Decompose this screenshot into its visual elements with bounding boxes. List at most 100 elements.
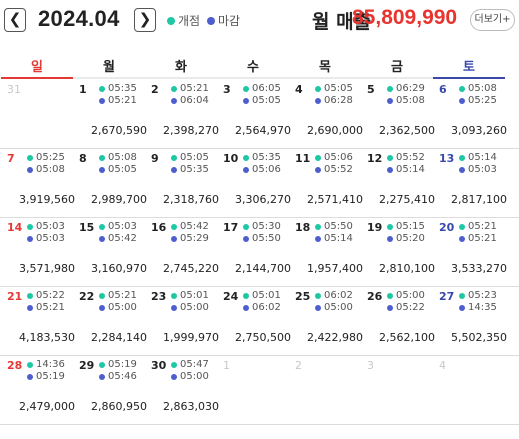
day-cell[interactable]: 27 05:23 14:35 5,502,350 bbox=[433, 287, 507, 355]
open-time: 05:00 bbox=[396, 290, 425, 301]
day-cell[interactable]: 21 05:22 05:21 4,183,530 bbox=[1, 287, 75, 355]
open-dot-icon bbox=[27, 224, 33, 230]
day-number: 5 bbox=[367, 83, 375, 96]
day-cell[interactable]: 11 05:06 05:52 2,571,410 bbox=[289, 149, 363, 217]
day-cell[interactable]: 8 05:08 05:05 2,989,700 bbox=[73, 149, 147, 217]
day-cell[interactable]: 23 05:01 05:00 1,999,970 bbox=[145, 287, 219, 355]
day-cell[interactable]: 28 14:36 05:19 2,479,000 bbox=[1, 356, 75, 424]
daily-sales: 1,999,970 bbox=[163, 331, 219, 344]
day-cell[interactable]: 29 05:19 05:46 2,860,950 bbox=[73, 356, 147, 424]
open-dot-icon bbox=[387, 155, 393, 161]
day-cell[interactable]: 2 05:21 06:04 2,398,270 bbox=[145, 80, 219, 148]
close-time: 06:28 bbox=[324, 95, 353, 106]
daily-sales: 2,479,000 bbox=[19, 400, 75, 413]
close-dot-icon bbox=[27, 374, 33, 380]
open-dot-icon bbox=[315, 86, 321, 92]
open-close-times: 05:08 05:05 bbox=[99, 152, 137, 176]
day-cell[interactable]: 30 05:47 05:00 2,863,030 bbox=[145, 356, 219, 424]
day-cell[interactable]: 22 05:21 05:00 2,284,140 bbox=[73, 287, 147, 355]
open-time-row: 05:50 bbox=[315, 221, 353, 233]
weekday-5: 금 bbox=[361, 56, 433, 79]
day-cell[interactable]: 13 05:14 05:03 2,817,100 bbox=[433, 149, 507, 217]
weekday-6: 토 bbox=[433, 56, 505, 79]
day-number: 18 bbox=[295, 221, 311, 234]
close-time-row: 06:02 bbox=[243, 302, 281, 314]
close-time: 05:06 bbox=[252, 164, 281, 175]
open-dot-icon bbox=[243, 155, 249, 161]
week-row: 31 1 05:35 05:21 2,670,590 2 05:21 06:04 2,398,2… bbox=[0, 80, 519, 149]
open-time: 06:05 bbox=[252, 83, 281, 94]
day-cell[interactable]: 1 05:35 05:21 2,670,590 bbox=[73, 80, 147, 148]
day-number: 8 bbox=[79, 152, 87, 165]
day-cell[interactable]: 25 06:02 05:00 2,422,980 bbox=[289, 287, 363, 355]
close-time: 05:25 bbox=[468, 95, 497, 106]
open-dot-icon bbox=[243, 86, 249, 92]
day-cell[interactable]: 14 05:03 05:03 3,571,980 bbox=[1, 218, 75, 286]
close-time-row: 05:00 bbox=[99, 302, 137, 314]
open-time: 06:02 bbox=[324, 290, 353, 301]
close-time-row: 05:00 bbox=[315, 302, 353, 314]
day-cell[interactable]: 7 05:25 05:08 3,919,560 bbox=[1, 149, 75, 217]
close-dot-icon bbox=[99, 236, 105, 242]
close-dot-icon bbox=[315, 167, 321, 173]
day-cell[interactable]: 9 05:05 05:35 2,318,760 bbox=[145, 149, 219, 217]
open-close-times: 05:21 06:04 bbox=[171, 83, 209, 107]
open-dot-icon bbox=[167, 16, 175, 25]
open-time-row: 05:05 bbox=[171, 152, 209, 164]
close-time-row: 05:00 bbox=[171, 371, 209, 383]
open-time-row: 05:05 bbox=[315, 83, 353, 95]
month-title: 2024.04 bbox=[38, 6, 120, 31]
daily-sales: 2,989,700 bbox=[91, 193, 147, 206]
day-cell[interactable]: 17 05:30 05:50 2,144,700 bbox=[217, 218, 291, 286]
close-time: 05:14 bbox=[324, 233, 353, 244]
day-cell[interactable]: 19 05:15 05:20 2,810,100 bbox=[361, 218, 435, 286]
open-time-row: 05:21 bbox=[99, 290, 137, 302]
close-time: 05:08 bbox=[396, 95, 425, 106]
next-month-button[interactable]: ❯ bbox=[134, 8, 156, 32]
prev-month-button[interactable]: ❮ bbox=[4, 8, 26, 32]
close-time: 05:03 bbox=[468, 164, 497, 175]
day-cell[interactable]: 24 05:01 06:02 2,750,500 bbox=[217, 287, 291, 355]
day-cell[interactable]: 6 05:08 05:25 3,093,260 bbox=[433, 80, 507, 148]
day-cell[interactable]: 18 05:50 05:14 1,957,400 bbox=[289, 218, 363, 286]
open-close-times: 05:19 05:46 bbox=[99, 359, 137, 383]
close-time: 05:42 bbox=[108, 233, 137, 244]
day-cell[interactable]: 3 06:05 05:05 2,564,970 bbox=[217, 80, 291, 148]
day-cell[interactable]: 4 05:05 06:28 2,690,000 bbox=[289, 80, 363, 148]
more-button[interactable]: 더보기+ bbox=[470, 9, 515, 31]
day-cell[interactable]: 26 05:00 05:22 2,562,100 bbox=[361, 287, 435, 355]
day-number: 7 bbox=[7, 152, 15, 165]
calendar-header: ❮ 2024.04 ❯ 개점 마감 월 매출 85,809,990 더보기+ bbox=[0, 0, 519, 48]
open-time: 14:36 bbox=[36, 359, 65, 370]
open-close-times: 06:05 05:05 bbox=[243, 83, 281, 107]
close-time-row: 05:21 bbox=[99, 95, 137, 107]
open-time: 05:03 bbox=[36, 221, 65, 232]
close-time: 06:02 bbox=[252, 302, 281, 313]
close-dot-icon bbox=[459, 236, 465, 242]
day-cell[interactable]: 16 05:42 05:29 2,745,220 bbox=[145, 218, 219, 286]
open-time-row: 05:15 bbox=[387, 221, 425, 233]
open-close-times: 05:15 05:20 bbox=[387, 221, 425, 245]
close-time: 14:35 bbox=[468, 302, 497, 313]
close-dot-icon bbox=[387, 236, 393, 242]
day-cell[interactable]: 12 05:52 05:14 2,275,410 bbox=[361, 149, 435, 217]
day-number: 25 bbox=[295, 290, 311, 303]
open-close-times: 05:00 05:22 bbox=[387, 290, 425, 314]
week-row: 7 05:25 05:08 3,919,560 8 05:08 05:05 2,989,700… bbox=[0, 149, 519, 218]
open-time-row: 05:21 bbox=[459, 221, 497, 233]
daily-sales: 2,144,700 bbox=[235, 262, 291, 275]
open-dot-icon bbox=[315, 224, 321, 230]
day-cell[interactable]: 20 05:21 05:21 3,533,270 bbox=[433, 218, 507, 286]
open-time: 05:14 bbox=[468, 152, 497, 163]
open-time: 05:21 bbox=[108, 290, 137, 301]
day-cell: 31 bbox=[1, 80, 73, 148]
close-dot-icon bbox=[243, 305, 249, 311]
day-cell[interactable]: 15 05:03 05:42 3,160,970 bbox=[73, 218, 147, 286]
day-cell[interactable]: 10 05:35 05:06 3,306,270 bbox=[217, 149, 291, 217]
open-close-times: 06:02 05:00 bbox=[315, 290, 353, 314]
day-number: 4 bbox=[295, 83, 303, 96]
close-time-row: 05:08 bbox=[27, 164, 65, 176]
open-dot-icon bbox=[459, 293, 465, 299]
day-cell[interactable]: 5 06:29 05:08 2,362,500 bbox=[361, 80, 435, 148]
open-close-times: 05:30 05:50 bbox=[243, 221, 281, 245]
